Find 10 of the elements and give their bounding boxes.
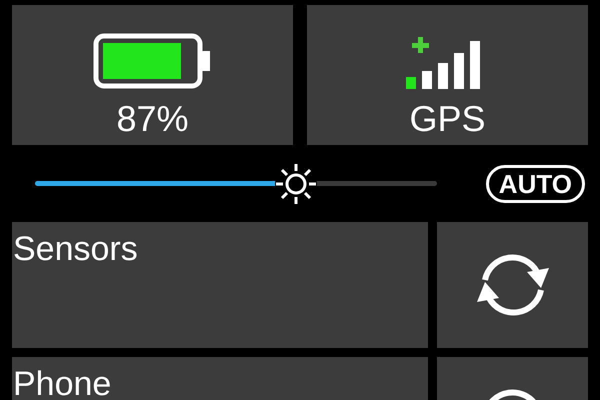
brightness-slider[interactable] [35,162,437,204]
battery-tile[interactable]: 87% [12,5,293,145]
gps-tile[interactable]: GPS [307,5,588,145]
auto-toggle[interactable]: AUTO [486,164,585,202]
tile-label: GPS [409,97,486,141]
list-item[interactable]: Phone [12,357,428,400]
refresh-button[interactable] [437,222,588,348]
tile-label: 87% [116,97,189,141]
list-item[interactable]: Sensors [12,222,428,348]
battery-icon [92,33,212,89]
